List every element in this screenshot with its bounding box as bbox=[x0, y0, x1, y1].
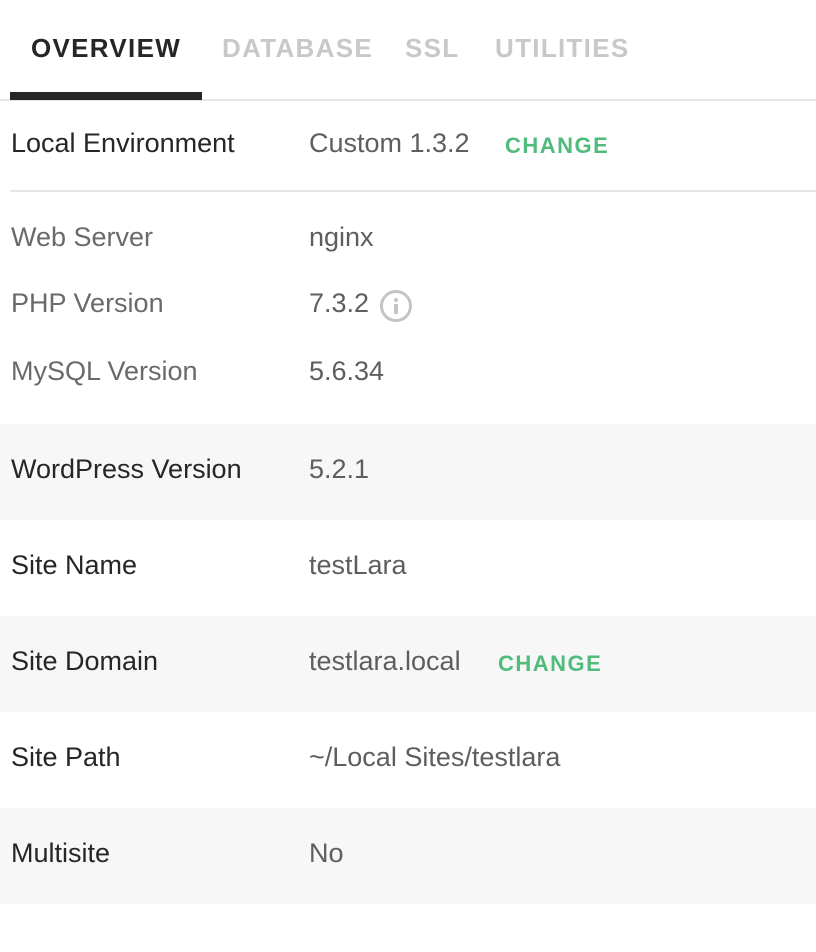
site-domain-label: Site Domain bbox=[11, 646, 159, 676]
site-path-label: Site Path bbox=[11, 742, 121, 772]
site-name-value: testLara bbox=[309, 550, 407, 580]
local-environment-label: Local Environment bbox=[11, 128, 235, 158]
site-name-label: Site Name bbox=[11, 550, 138, 580]
info-icon[interactable] bbox=[380, 290, 412, 322]
php-version-label: PHP Version bbox=[11, 288, 164, 318]
tab-utilities[interactable]: UTILITIES bbox=[495, 28, 629, 68]
table-row bbox=[0, 808, 816, 904]
active-tab-indicator bbox=[10, 92, 202, 100]
tab-bar: OVERVIEW DATABASE SSL UTILITIES bbox=[0, 0, 816, 101]
tab-database[interactable]: DATABASE bbox=[222, 28, 373, 68]
mysql-version-value: 5.6.34 bbox=[309, 356, 385, 386]
wordpress-version-value: 5.2.1 bbox=[309, 454, 370, 484]
wordpress-version-label: WordPress Version bbox=[11, 454, 242, 484]
divider bbox=[10, 190, 816, 192]
local-environment-value: Custom 1.3.2 bbox=[309, 128, 470, 158]
web-server-value: nginx bbox=[309, 222, 374, 252]
change-domain-button[interactable]: CHANGE bbox=[498, 651, 602, 677]
site-path-value: ~/Local Sites/testlara bbox=[309, 742, 561, 772]
tab-ssl[interactable]: SSL bbox=[405, 28, 459, 68]
site-overview-panel: OVERVIEW DATABASE SSL UTILITIES Local En… bbox=[0, 0, 816, 952]
web-server-label: Web Server bbox=[11, 222, 154, 252]
multisite-value: No bbox=[309, 838, 344, 868]
change-environment-button[interactable]: CHANGE bbox=[505, 133, 609, 159]
tab-overview[interactable]: OVERVIEW bbox=[31, 28, 181, 68]
php-version-value: 7.3.2 bbox=[309, 288, 370, 318]
mysql-version-label: MySQL Version bbox=[11, 356, 198, 386]
site-domain-value: testlara.local bbox=[309, 646, 461, 676]
multisite-label: Multisite bbox=[11, 838, 111, 868]
